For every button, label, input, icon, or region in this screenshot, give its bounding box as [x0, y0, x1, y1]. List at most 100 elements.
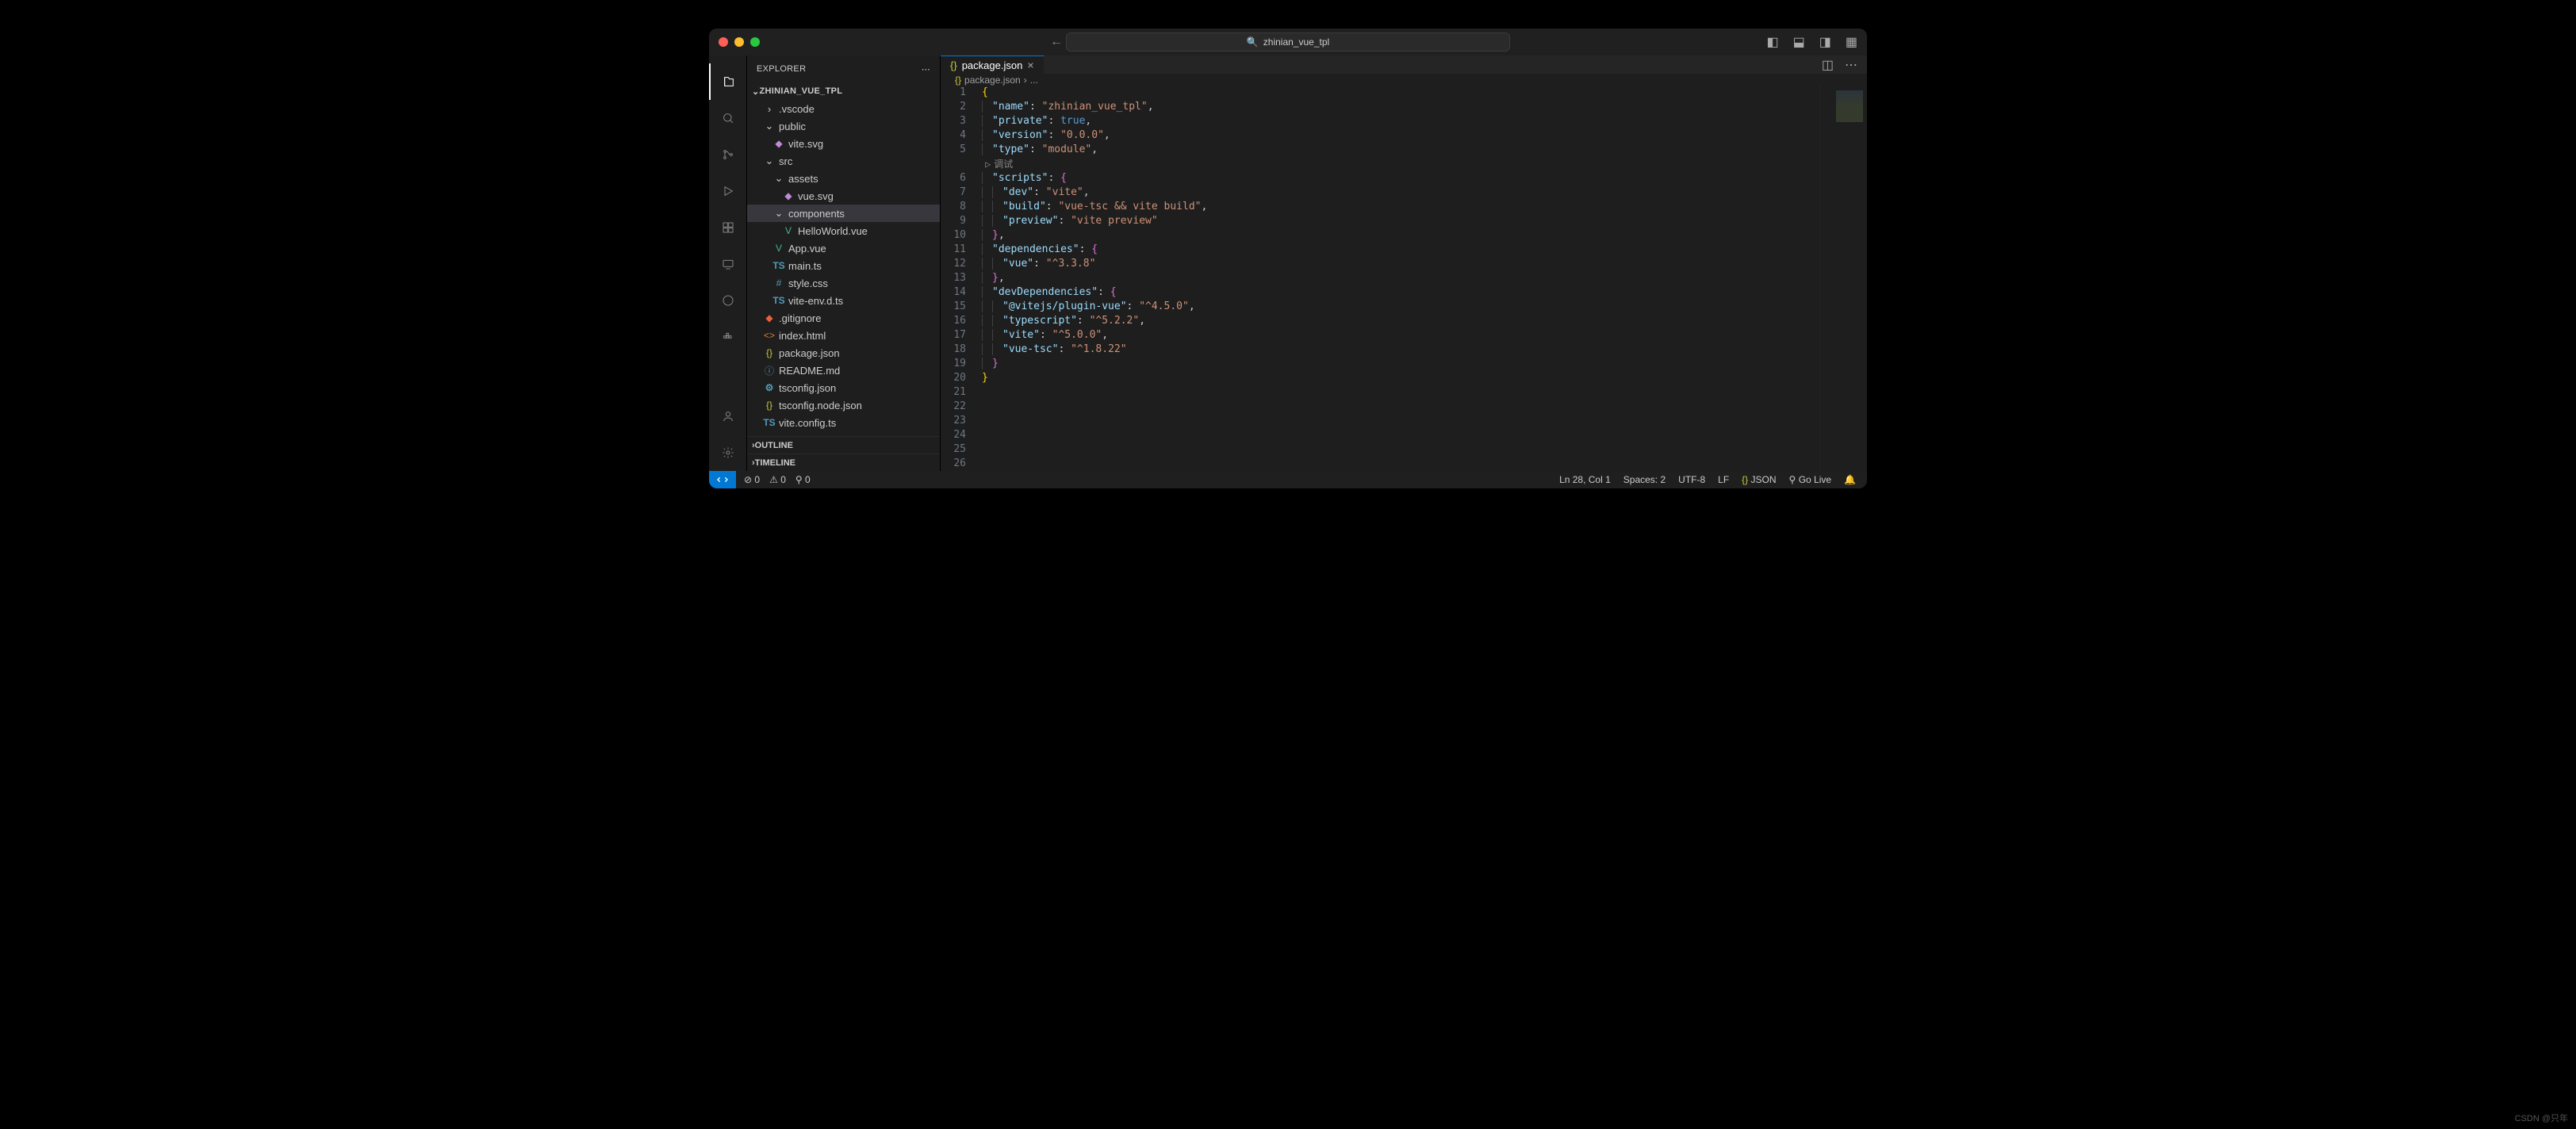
- file-row[interactable]: ◆vite.svg: [747, 135, 940, 152]
- remote-indicator[interactable]: [709, 471, 736, 488]
- cursor-position[interactable]: Ln 28, Col 1: [1559, 474, 1611, 485]
- line-ending[interactable]: LF: [1718, 474, 1729, 485]
- breadcrumb-rest: ...: [1030, 75, 1038, 86]
- layout-grid-icon[interactable]: ▦: [1846, 34, 1857, 50]
- file-label: App.vue: [788, 243, 826, 255]
- editor-area: {} package.json × ◫ ⋯ {} package.json › …: [941, 55, 1867, 471]
- project-title: zhinian_vue_tpl: [1263, 36, 1329, 48]
- search-icon[interactable]: [709, 100, 747, 136]
- folder-header[interactable]: ⌄ ZHINIAN_VUE_TPL: [747, 82, 940, 100]
- status-left: ⊘ 0 ⚠ 0 ⚲ 0: [736, 474, 811, 485]
- status-right: Ln 28, Col 1 Spaces: 2 UTF-8 LF {} JSON …: [1559, 474, 1867, 485]
- chevron-icon: ⌄: [763, 120, 776, 132]
- command-center[interactable]: 🔍 zhinian_vue_tpl: [1066, 33, 1510, 52]
- more-icon[interactable]: ⋯: [1845, 57, 1857, 73]
- file-row[interactable]: ⚙tsconfig.json: [747, 379, 940, 396]
- folder-row[interactable]: ⌄public: [747, 117, 940, 135]
- more-icon[interactable]: ⋯: [922, 64, 930, 75]
- panel-bottom-icon[interactable]: ⬓: [1793, 34, 1805, 50]
- settings-gear-icon[interactable]: [709, 434, 747, 471]
- file-label: main.ts: [788, 260, 822, 272]
- file-label: tsconfig.node.json: [779, 400, 862, 411]
- folder-row[interactable]: ⌄assets: [747, 170, 940, 187]
- editor-body[interactable]: 1234567891011121314151617181920212223242…: [941, 86, 1867, 471]
- breadcrumb-file: package.json: [964, 75, 1021, 86]
- tab-actions: ◫ ⋯: [1812, 55, 1867, 74]
- error-icon: ⊘: [744, 474, 752, 485]
- folder-row[interactable]: ⌄src: [747, 152, 940, 170]
- file-row[interactable]: VApp.vue: [747, 239, 940, 257]
- status-bar: ⊘ 0 ⚠ 0 ⚲ 0 Ln 28, Col 1 Spaces: 2 UTF-8…: [709, 471, 1867, 488]
- bell-icon[interactable]: 🔔: [1844, 474, 1856, 485]
- folder-label: components: [788, 208, 845, 220]
- watermark: CSDN @只年: [2515, 1112, 2568, 1124]
- breadcrumb[interactable]: {} package.json › ...: [941, 74, 1867, 86]
- go-live-button[interactable]: ⚲ Go Live: [1789, 474, 1832, 485]
- encoding[interactable]: UTF-8: [1678, 474, 1705, 485]
- code-content[interactable]: { "name": "zhinian_vue_tpl", "private": …: [977, 86, 1867, 471]
- file-row[interactable]: TSvite-env.d.ts: [747, 292, 940, 309]
- folder-row[interactable]: ⌄components: [747, 205, 940, 222]
- file-label: vite.svg: [788, 138, 823, 150]
- file-row[interactable]: {}tsconfig.node.json: [747, 396, 940, 414]
- sidebar-header: EXPLORER ⋯: [747, 55, 940, 82]
- file-label: .gitignore: [779, 312, 821, 324]
- window: ← → 🔍 zhinian_vue_tpl ◧ ⬓ ◨ ▦: [709, 29, 1867, 488]
- github-icon[interactable]: [709, 282, 747, 319]
- file-row[interactable]: TSmain.ts: [747, 257, 940, 274]
- remote-explorer-icon[interactable]: [709, 246, 747, 282]
- file-row[interactable]: ⓘREADME.md: [747, 362, 940, 379]
- json-icon: {}: [1742, 474, 1748, 485]
- maximize-window-icon[interactable]: [750, 37, 760, 47]
- errors-indicator[interactable]: ⊘ 0: [744, 474, 760, 485]
- file-row[interactable]: VHelloWorld.vue: [747, 222, 940, 239]
- ports-indicator[interactable]: ⚲ 0: [795, 474, 811, 485]
- line-gutter: 1234567891011121314151617181920212223242…: [941, 86, 977, 471]
- file-row[interactable]: {}package.json: [747, 344, 940, 362]
- chevron-icon: ›: [763, 103, 776, 115]
- warnings-indicator[interactable]: ⚠ 0: [769, 474, 786, 485]
- minimize-window-icon[interactable]: [734, 37, 744, 47]
- indentation[interactable]: Spaces: 2: [1623, 474, 1666, 485]
- folder-label: assets: [788, 173, 818, 185]
- file-label: README.md: [779, 365, 840, 377]
- file-row[interactable]: ◆.gitignore: [747, 309, 940, 327]
- timeline-label: TIMELINE: [755, 458, 795, 468]
- chevron-icon: ⌄: [772, 172, 785, 185]
- split-editor-icon[interactable]: ◫: [1822, 57, 1834, 73]
- file-row[interactable]: <>index.html: [747, 327, 940, 344]
- warning-icon: ⚠: [769, 474, 778, 485]
- file-row[interactable]: TSvite.config.ts: [747, 414, 940, 431]
- file-row[interactable]: ◆vue.svg: [747, 187, 940, 205]
- outline-section[interactable]: › OUTLINE: [747, 436, 940, 454]
- back-icon[interactable]: ←: [1050, 35, 1063, 49]
- close-window-icon[interactable]: [719, 37, 728, 47]
- file-label: HelloWorld.vue: [798, 225, 868, 237]
- run-debug-icon[interactable]: [709, 173, 747, 209]
- folder-row[interactable]: ›.vscode: [747, 100, 940, 117]
- extensions-icon[interactable]: [709, 209, 747, 246]
- minimap[interactable]: [1819, 86, 1867, 471]
- file-label: index.html: [779, 330, 826, 342]
- folder-label: public: [779, 121, 806, 132]
- file-label: vue.svg: [798, 190, 834, 202]
- file-row[interactable]: #style.css: [747, 274, 940, 292]
- docker-icon[interactable]: [709, 319, 747, 355]
- outline-label: OUTLINE: [755, 441, 793, 450]
- debug-hint[interactable]: ▷调试: [982, 157, 1867, 171]
- source-control-icon[interactable]: [709, 136, 747, 173]
- close-icon[interactable]: ×: [1027, 59, 1033, 71]
- timeline-section[interactable]: › TIMELINE: [747, 454, 940, 471]
- layout-controls: ◧ ⬓ ◨ ▦: [1767, 34, 1858, 50]
- tab-label: package.json: [962, 59, 1023, 71]
- explorer-icon[interactable]: [709, 63, 747, 100]
- language-mode[interactable]: {} JSON: [1742, 474, 1776, 485]
- panel-left-icon[interactable]: ◧: [1767, 34, 1779, 50]
- file-tree: ›.vscode⌄public◆vite.svg⌄src⌄assets◆vue.…: [747, 100, 940, 436]
- file-label: tsconfig.json: [779, 382, 836, 394]
- folder-label: .vscode: [779, 103, 815, 115]
- tab-package-json[interactable]: {} package.json ×: [941, 55, 1045, 74]
- account-icon[interactable]: [709, 398, 747, 434]
- panel-right-icon[interactable]: ◨: [1819, 34, 1831, 50]
- chevron-down-icon: ⌄: [752, 86, 760, 97]
